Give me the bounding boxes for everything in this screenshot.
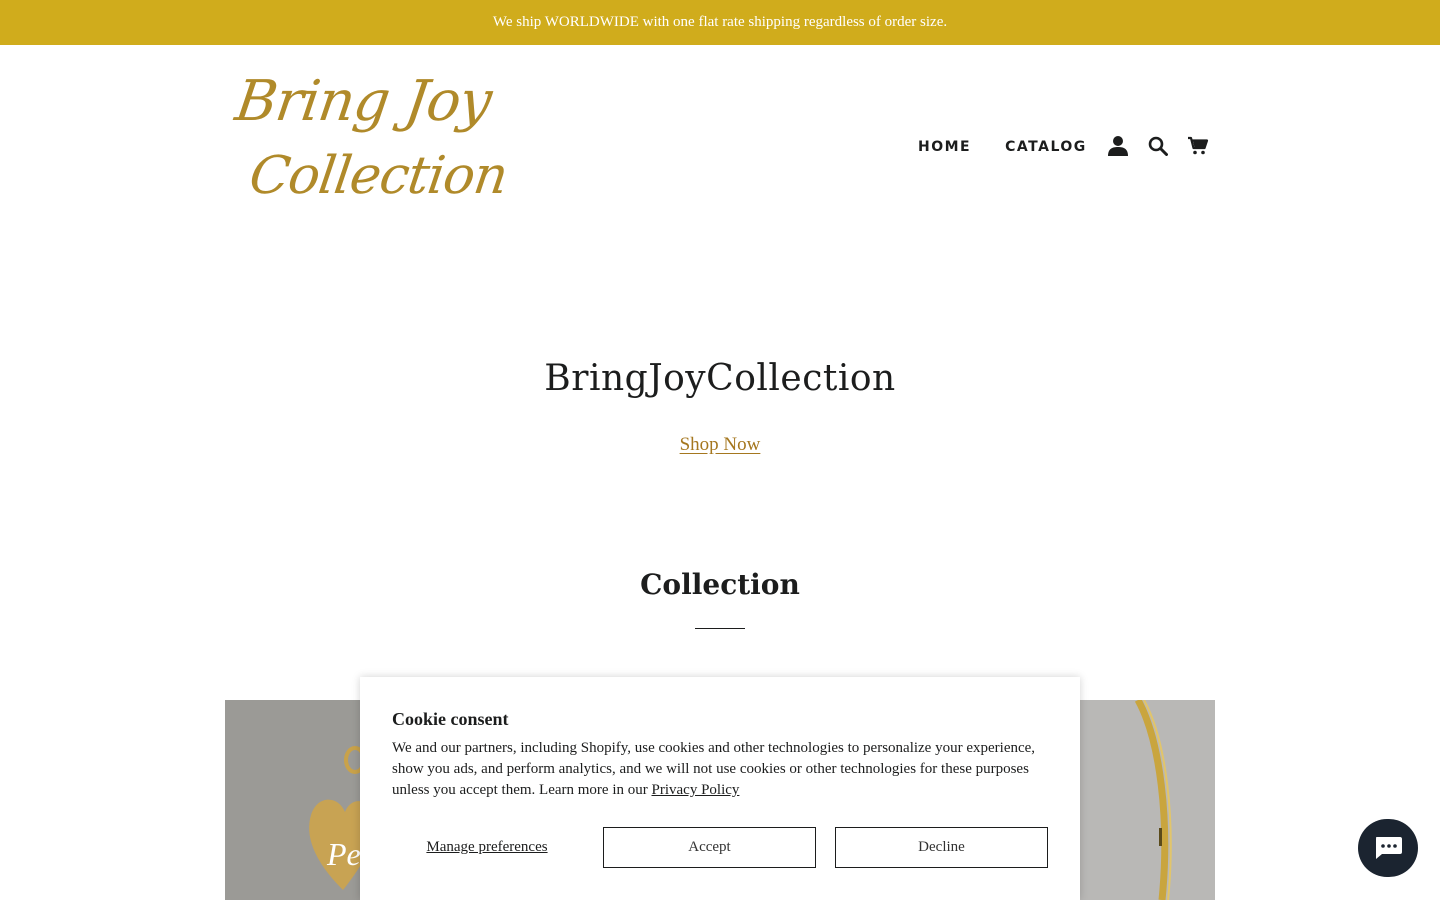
main-nav: HOME CATALOG (918, 130, 1121, 164)
header-icons (1104, 132, 1212, 160)
manage-preferences-button[interactable]: Manage preferences (392, 827, 582, 868)
chat-button[interactable] (1358, 819, 1418, 877)
shop-now-link[interactable]: Shop Now (680, 434, 761, 455)
shop-now-wrapper: Shop Now (0, 434, 1440, 456)
bangle-image (1134, 700, 1172, 900)
cookie-actions: Manage preferences Accept Decline (392, 827, 1048, 868)
announcement-bar: We ship WORLDWIDE with one flat rate shi… (0, 0, 1440, 45)
cookie-consent-dialog: Cookie consent We and our partners, incl… (360, 677, 1080, 900)
privacy-policy-link[interactable]: Privacy Policy (652, 782, 740, 798)
announcement-text: We ship WORLDWIDE with one flat rate shi… (492, 14, 948, 30)
search-icon[interactable] (1144, 132, 1172, 160)
section-divider (695, 628, 745, 629)
site-logo[interactable]: Bring Joy Collection (232, 69, 511, 215)
collection-card-bangles[interactable] (1070, 700, 1215, 900)
collection-title: Collection (640, 568, 800, 601)
accept-button[interactable]: Accept (603, 827, 816, 868)
cookie-consent-title: Cookie consent (392, 709, 509, 729)
hero-title: BringJoyCollection (544, 358, 896, 399)
logo-line-1: Bring Joy (231, 69, 495, 134)
chat-icon (1376, 837, 1402, 859)
nav-item-home[interactable]: HOME (918, 139, 971, 155)
logo-line-2: Collection (245, 146, 511, 206)
nav-item-catalog[interactable]: CATALOG (1005, 139, 1087, 155)
account-icon[interactable] (1104, 132, 1132, 160)
cart-icon[interactable] (1184, 132, 1212, 160)
decline-button[interactable]: Decline (835, 827, 1048, 868)
collection-card-label: Pe (327, 836, 361, 872)
cookie-consent-body: We and our partners, including Shopify, … (392, 738, 1048, 801)
